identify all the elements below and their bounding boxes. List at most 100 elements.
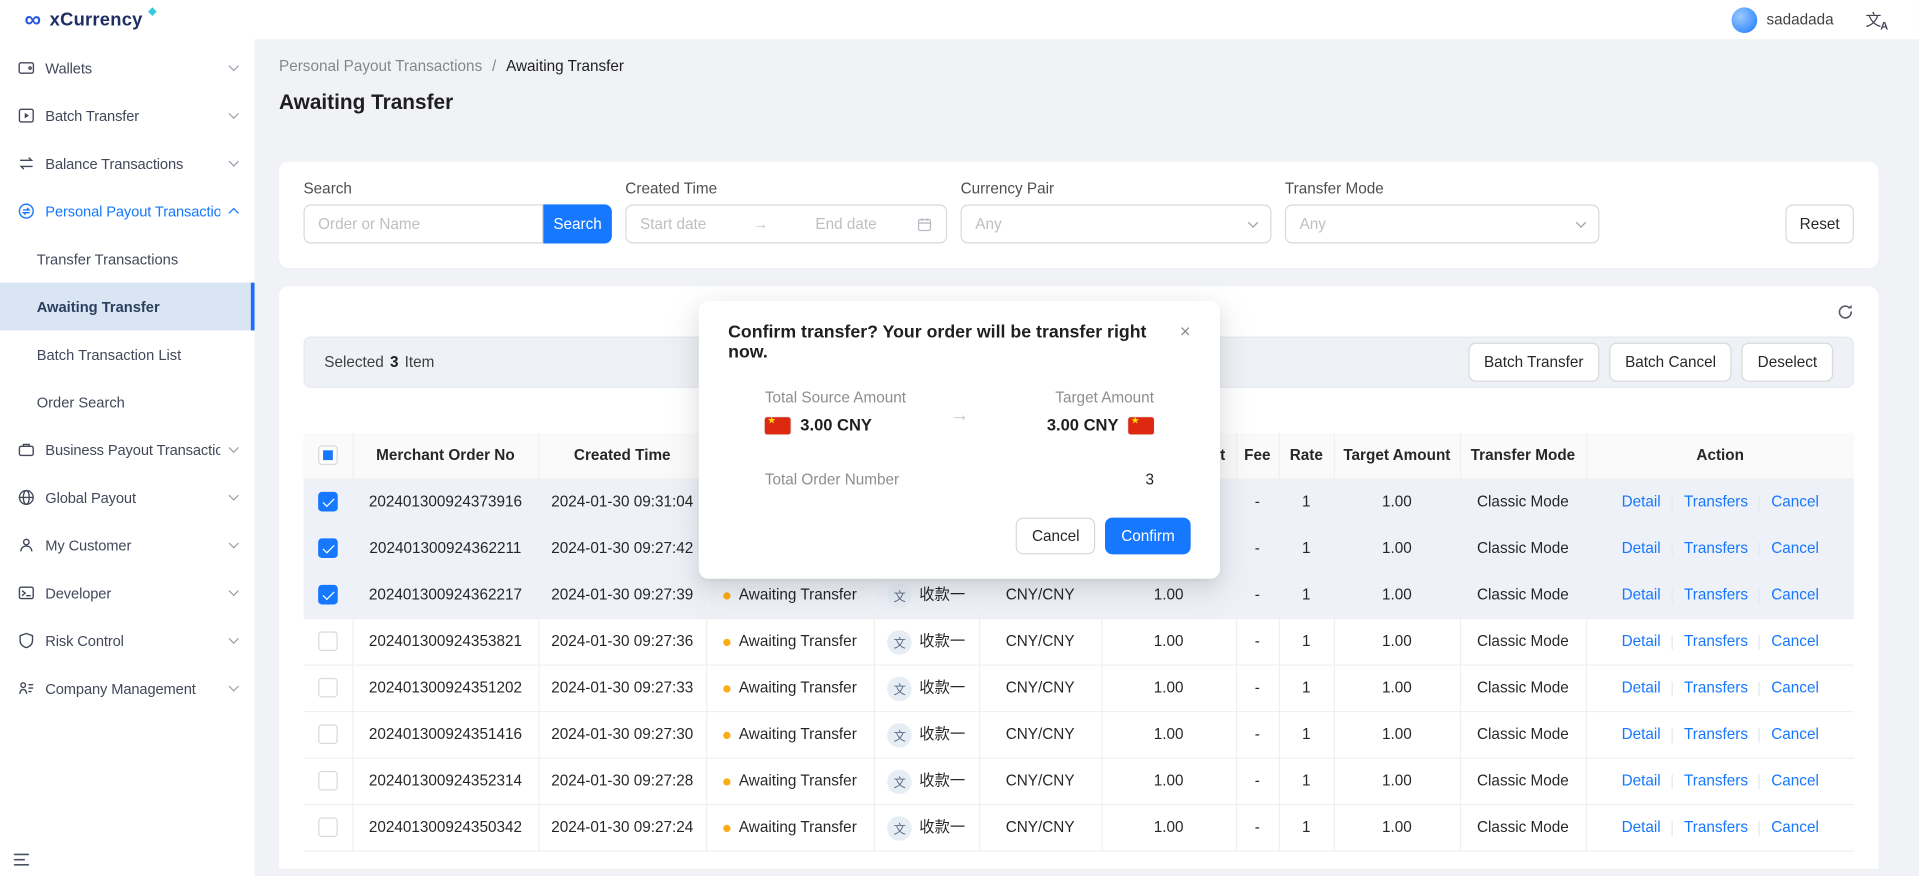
- column-header-11: Action: [1586, 433, 1854, 478]
- sidebar-item-batch-transfer[interactable]: Batch Transfer: [0, 92, 255, 140]
- search-input[interactable]: Order or Name: [303, 204, 543, 243]
- user-avatar[interactable]: [1731, 7, 1757, 33]
- language-switch-icon[interactable]: 文A: [1866, 12, 1890, 28]
- fee-cell: -: [1236, 571, 1279, 618]
- breadcrumb-parent[interactable]: Personal Payout Transactions: [279, 58, 482, 75]
- sidebar-subitem-order-search[interactable]: Order Search: [0, 378, 255, 426]
- sidebar-item-risk-control[interactable]: Risk Control: [0, 617, 255, 665]
- deselect-button[interactable]: Deselect: [1742, 343, 1833, 382]
- cancel-link[interactable]: Cancel: [1771, 726, 1819, 743]
- chevron-down-icon: [229, 681, 239, 691]
- row-checkbox[interactable]: [318, 771, 338, 791]
- user-name[interactable]: sadadada: [1766, 11, 1833, 28]
- action-cell: Detail Transfers Cancel: [1586, 804, 1854, 851]
- sidebar-subitem-transfer-transactions[interactable]: Transfer Transactions: [0, 235, 255, 283]
- detail-link[interactable]: Detail: [1622, 772, 1661, 789]
- reset-button[interactable]: Reset: [1785, 204, 1854, 243]
- breadcrumb-separator: /: [492, 58, 496, 75]
- translate-sub-glyph: A: [1880, 19, 1888, 31]
- chevron-down-icon: [229, 443, 239, 453]
- refresh-icon[interactable]: [1837, 303, 1854, 320]
- modal-confirm-button[interactable]: Confirm: [1105, 518, 1190, 555]
- row-checkbox[interactable]: [318, 631, 338, 651]
- detail-link[interactable]: Detail: [1622, 586, 1661, 603]
- sidebar-item-wallets[interactable]: Wallets: [0, 44, 255, 92]
- transfer-mode-cell: Classic Mode: [1460, 618, 1586, 665]
- transfers-link[interactable]: Transfers: [1684, 493, 1748, 510]
- user-area: sadadada 文A: [1731, 7, 1889, 33]
- cancel-link[interactable]: Cancel: [1771, 586, 1819, 603]
- sidebar-subitem-label: Transfer Transactions: [37, 250, 178, 267]
- sidebar-item-global-payout[interactable]: Global Payout: [0, 474, 255, 522]
- currency-pair-cell: CNY/CNY: [979, 804, 1101, 851]
- cancel-link[interactable]: Cancel: [1771, 819, 1819, 836]
- transfers-link[interactable]: Transfers: [1684, 772, 1748, 789]
- detail-link[interactable]: Detail: [1622, 819, 1661, 836]
- action-divider: [1672, 588, 1673, 603]
- row-checkbox[interactable]: [318, 538, 338, 558]
- cancel-link[interactable]: Cancel: [1771, 493, 1819, 510]
- row-checkbox[interactable]: [318, 492, 338, 512]
- sidebar-subitem-awaiting-transfer[interactable]: Awaiting Transfer: [0, 283, 255, 331]
- row-checkbox[interactable]: [318, 585, 338, 605]
- action-cell: Detail Transfers Cancel: [1586, 757, 1854, 804]
- transfers-link[interactable]: Transfers: [1684, 726, 1748, 743]
- column-header-2: Created Time: [538, 433, 706, 478]
- detail-link[interactable]: Detail: [1622, 540, 1661, 557]
- transfers-link[interactable]: Transfers: [1684, 633, 1748, 650]
- row-checkbox[interactable]: [318, 724, 338, 744]
- chevron-down-icon: [229, 61, 239, 71]
- transfers-link[interactable]: Transfers: [1684, 679, 1748, 696]
- cancel-link[interactable]: Cancel: [1771, 540, 1819, 557]
- transfer-mode-select[interactable]: Any: [1285, 204, 1599, 243]
- brand-logo[interactable]: ∞ xCurrency: [24, 8, 157, 31]
- sidebar-item-company-management[interactable]: Company Management: [0, 664, 255, 712]
- sidebar-item-personal-payout-transactions[interactable]: Personal Payout Transactions: [0, 187, 255, 235]
- source-amount-value: 3.00 CNY: [800, 416, 872, 434]
- sidebar-item-business-payout-transactions[interactable]: Business Payout Transactions: [0, 426, 255, 474]
- detail-link[interactable]: Detail: [1622, 679, 1661, 696]
- rate-cell: 1: [1279, 804, 1334, 851]
- modal-cancel-button[interactable]: Cancel: [1016, 518, 1095, 555]
- cancel-link[interactable]: Cancel: [1771, 633, 1819, 650]
- created-time-label: Created Time: [625, 180, 947, 197]
- chevron-down-icon: [229, 538, 239, 548]
- transfer-mode-label: Transfer Mode: [1285, 180, 1599, 197]
- created-time-range-picker[interactable]: Start date → End date: [625, 204, 947, 243]
- row-checkbox[interactable]: [318, 817, 338, 837]
- transfers-link[interactable]: Transfers: [1684, 540, 1748, 557]
- transfer-mode-cell: Classic Mode: [1460, 478, 1586, 525]
- sidebar-collapse-icon[interactable]: [12, 850, 30, 868]
- transfer-mode-value: Any: [1300, 215, 1326, 232]
- sidebar-item-balance-transactions[interactable]: Balance Transactions: [0, 140, 255, 188]
- batch-transfer-button[interactable]: Batch Transfer: [1468, 343, 1599, 382]
- action-divider: [1759, 542, 1760, 557]
- transfers-link[interactable]: Transfers: [1684, 819, 1748, 836]
- search-label: Search: [303, 180, 611, 197]
- sidebar-item-label: Personal Payout Transactions: [45, 203, 220, 220]
- detail-link[interactable]: Detail: [1622, 493, 1661, 510]
- sidebar-item-developer[interactable]: Developer: [0, 569, 255, 617]
- batch-cancel-button[interactable]: Batch Cancel: [1609, 343, 1732, 382]
- payee-name: 收款一: [919, 772, 965, 789]
- action-divider: [1672, 542, 1673, 557]
- sidebar-item-label: Batch Transfer: [45, 107, 220, 124]
- detail-link[interactable]: Detail: [1622, 726, 1661, 743]
- column-header-9: Target Amount: [1334, 433, 1460, 478]
- cancel-link[interactable]: Cancel: [1771, 679, 1819, 696]
- sidebar-item-my-customer[interactable]: My Customer: [0, 521, 255, 569]
- action-cell: Detail Transfers Cancel: [1586, 525, 1854, 572]
- select-all-header: [303, 433, 352, 478]
- sidebar-subitem-batch-transaction-list[interactable]: Batch Transaction List: [0, 330, 255, 378]
- sidebar-subitem-label: Order Search: [37, 393, 125, 410]
- row-checkbox[interactable]: [318, 678, 338, 698]
- search-button[interactable]: Search: [543, 204, 612, 243]
- cancel-link[interactable]: Cancel: [1771, 772, 1819, 789]
- currency-pair-select[interactable]: Any: [961, 204, 1272, 243]
- sidebar-item-label: Risk Control: [45, 632, 220, 649]
- detail-link[interactable]: Detail: [1622, 633, 1661, 650]
- calendar-icon: [917, 216, 933, 232]
- select-all-checkbox[interactable]: [318, 446, 338, 466]
- transfers-link[interactable]: Transfers: [1684, 586, 1748, 603]
- modal-close-icon[interactable]: ×: [1180, 323, 1191, 341]
